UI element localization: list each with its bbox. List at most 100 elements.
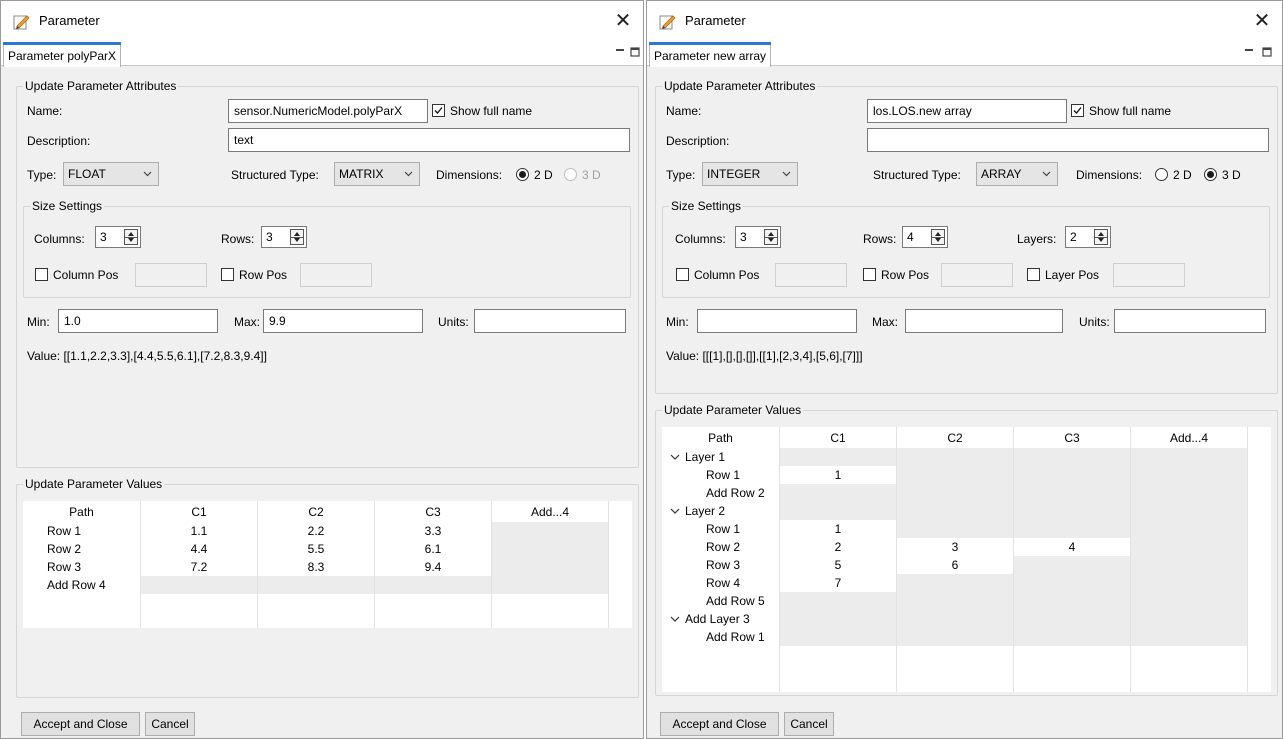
row-pos-input[interactable]	[300, 263, 372, 287]
value-cell[interactable]	[1131, 628, 1247, 646]
value-cell[interactable]	[780, 502, 896, 520]
value-cell[interactable]	[1014, 502, 1130, 520]
path-cell[interactable]: Row 1	[662, 466, 779, 484]
dimension-3d-radio[interactable]	[1204, 168, 1217, 181]
value-cell[interactable]: 4.4	[141, 540, 257, 558]
value-cell[interactable]	[1014, 592, 1130, 610]
value-cell[interactable]	[1131, 484, 1247, 502]
rows-spinner[interactable]: 4	[902, 226, 948, 248]
value-cell[interactable]: 5.5	[258, 540, 374, 558]
column-header-c2[interactable]: C2	[897, 429, 1013, 447]
value-cell[interactable]: 5	[780, 556, 896, 574]
value-cell[interactable]	[492, 540, 608, 558]
close-button[interactable]: ✕	[1248, 7, 1276, 35]
spinner-arrows-icon[interactable]	[931, 229, 945, 245]
column-pos-input[interactable]	[775, 263, 847, 287]
path-cell[interactable]: Row 4	[662, 574, 779, 592]
row-pos-input[interactable]	[941, 263, 1013, 287]
value-cell[interactable]	[897, 520, 1013, 538]
dimension-2d-radio[interactable]	[1155, 168, 1168, 181]
cancel-button[interactable]: Cancel	[784, 712, 834, 736]
chevron-down-icon[interactable]	[670, 507, 680, 515]
maximize-icon[interactable]	[630, 47, 640, 57]
max-input[interactable]	[905, 309, 1063, 333]
column-header-c3[interactable]: C3	[375, 503, 491, 521]
value-cell[interactable]	[1131, 502, 1247, 520]
row-pos-checkbox[interactable]	[221, 268, 234, 281]
value-cell[interactable]	[1014, 448, 1130, 466]
value-cell[interactable]	[1131, 556, 1247, 574]
value-cell[interactable]	[780, 448, 896, 466]
accept-and-close-button[interactable]: Accept and Close	[21, 712, 140, 736]
spinner-arrows-icon[interactable]	[764, 229, 778, 245]
value-cell[interactable]	[1131, 592, 1247, 610]
path-cell[interactable]: Add Row 4	[23, 576, 140, 594]
structured-type-select[interactable]: ARRAY	[976, 162, 1058, 186]
units-input[interactable]	[1114, 309, 1266, 333]
column-pos-checkbox[interactable]	[676, 268, 689, 281]
path-cell[interactable]: Add Row 2	[662, 484, 779, 502]
layer-pos-input[interactable]	[1113, 263, 1185, 287]
show-full-name-checkbox[interactable]	[432, 104, 445, 117]
value-cell[interactable]: 1	[780, 466, 896, 484]
layer-pos-checkbox[interactable]	[1027, 268, 1040, 281]
value-cell[interactable]	[375, 576, 491, 594]
path-cell[interactable]: Row 1	[23, 522, 140, 540]
path-cell[interactable]: Add Row 1	[662, 628, 779, 646]
value-cell[interactable]	[141, 576, 257, 594]
units-input[interactable]	[474, 309, 626, 333]
value-cell[interactable]	[492, 576, 608, 594]
value-cell[interactable]: 2	[780, 538, 896, 556]
value-cell[interactable]	[1131, 574, 1247, 592]
value-cell[interactable]	[1014, 628, 1130, 646]
layers-spinner[interactable]: 2	[1065, 226, 1111, 248]
value-cell[interactable]	[780, 484, 896, 502]
value-cell[interactable]: 6.1	[375, 540, 491, 558]
value-cell[interactable]: 3	[897, 538, 1013, 556]
value-cell[interactable]: 8.3	[258, 558, 374, 576]
value-cell[interactable]: 2.2	[258, 522, 374, 540]
column-pos-checkbox[interactable]	[35, 268, 48, 281]
path-cell[interactable]: Row 3	[23, 558, 140, 576]
value-cell[interactable]	[258, 576, 374, 594]
spinner-arrows-icon[interactable]	[290, 229, 304, 245]
columns-spinner[interactable]: 3	[735, 226, 781, 248]
maximize-icon[interactable]	[1262, 47, 1272, 57]
column-header-path[interactable]: Path	[662, 429, 779, 447]
type-select[interactable]: INTEGER	[702, 162, 798, 186]
value-cell[interactable]	[897, 628, 1013, 646]
value-cell[interactable]	[1014, 556, 1130, 574]
chevron-down-icon[interactable]	[670, 615, 680, 623]
description-input[interactable]: text	[228, 128, 630, 152]
tab-parameter[interactable]: Parameter polyParX	[3, 42, 122, 67]
value-cell[interactable]: 9.4	[375, 558, 491, 576]
value-cell[interactable]	[492, 558, 608, 576]
value-cell[interactable]: 7	[780, 574, 896, 592]
row-pos-checkbox[interactable]	[863, 268, 876, 281]
close-button[interactable]: ✕	[609, 7, 637, 35]
spinner-arrows-icon[interactable]	[1094, 229, 1108, 245]
column-header-c1[interactable]: C1	[780, 429, 896, 447]
path-cell[interactable]: Row 2	[23, 540, 140, 558]
tab-parameter[interactable]: Parameter new array	[649, 42, 772, 67]
value-cell[interactable]	[897, 466, 1013, 484]
value-cell[interactable]	[1131, 610, 1247, 628]
path-cell[interactable]: Row 1	[662, 520, 779, 538]
rows-spinner[interactable]: 3	[261, 226, 307, 248]
path-cell[interactable]: Add Layer 3	[662, 610, 779, 628]
value-cell[interactable]	[780, 610, 896, 628]
columns-spinner[interactable]: 3	[95, 226, 141, 248]
value-cell[interactable]	[780, 628, 896, 646]
column-header-c3[interactable]: C3	[1014, 429, 1130, 447]
column-header-c1[interactable]: C1	[141, 503, 257, 521]
value-cell[interactable]: 1	[780, 520, 896, 538]
cancel-button[interactable]: Cancel	[145, 712, 195, 736]
max-input[interactable]: 9.9	[263, 309, 423, 333]
value-cell[interactable]	[897, 502, 1013, 520]
name-input[interactable]: los.LOS.new array	[867, 99, 1067, 123]
minimize-icon[interactable]	[1244, 47, 1254, 57]
value-cell[interactable]	[1131, 538, 1247, 556]
path-cell[interactable]: Layer 2	[662, 502, 779, 520]
value-cell[interactable]	[1014, 574, 1130, 592]
value-cell[interactable]	[897, 448, 1013, 466]
